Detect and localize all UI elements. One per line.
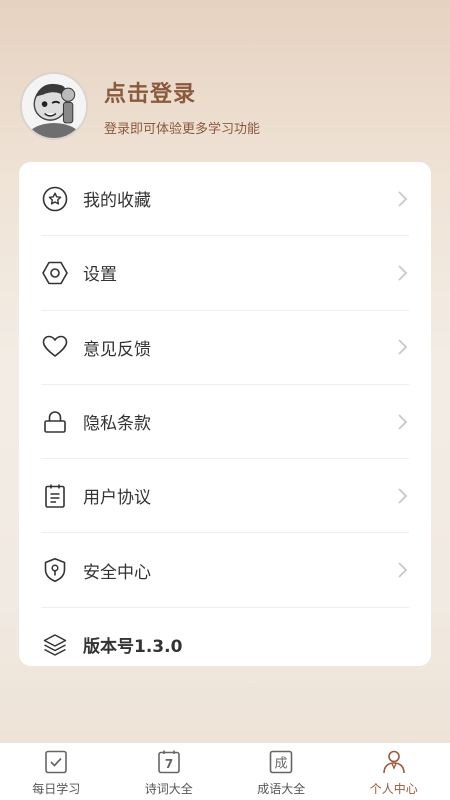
chevron-right-icon [398,339,408,355]
bottom-tab-bar: 每日学习 7 诗词大全 成 成语大全 个人中心 [0,742,450,800]
chevron-right-icon [398,265,408,281]
chevron-right-icon [398,191,408,207]
calendar-seven-icon: 7 [157,750,180,774]
menu-item-user-agreement[interactable]: 用户协议 [41,459,409,534]
menu-item-settings[interactable]: 设置 [41,236,409,311]
heart-icon [41,333,69,361]
menu-item-feedback[interactable]: 意见反馈 [41,311,409,385]
chevron-right-icon [398,488,408,504]
menu-card: 我的收藏 设置 意见反馈 隐私条款 用户协议 安全中心 版本号1.3.0 [19,162,431,666]
login-title[interactable]: 点击登录 [104,76,260,108]
menu-item-label: 隐私条款 [83,414,151,435]
svg-text:7: 7 [165,757,173,771]
avatar-cartoon-icon [22,74,86,138]
tab-label: 个人中心 [369,782,418,796]
idiom-icon: 成 [269,750,293,774]
menu-item-favorites[interactable]: 我的收藏 [41,162,409,237]
menu-item-label: 安全中心 [83,562,151,583]
tab-idioms[interactable]: 成 成语大全 [225,743,338,800]
avatar[interactable] [20,72,88,140]
layers-icon [41,631,69,659]
menu-item-privacy[interactable]: 隐私条款 [41,385,409,460]
menu-item-version: 版本号1.3.0 [41,608,409,682]
tab-personal-center[interactable]: 个人中心 [338,743,450,800]
chevron-right-icon [398,562,408,578]
lock-icon [41,408,69,436]
tab-label: 诗词大全 [144,782,193,796]
profile-header[interactable]: 点击登录 登录即可体验更多学习功能 [20,72,260,140]
tab-label: 每日学习 [32,782,81,796]
star-circle-icon [41,185,69,213]
menu-item-label: 用户协议 [83,488,151,509]
menu-item-label: 设置 [83,265,117,286]
chevron-right-icon [398,413,408,430]
menu-item-label: 我的收藏 [83,191,151,212]
document-icon [41,482,69,510]
tab-daily-study[interactable]: 每日学习 [0,743,113,800]
menu-item-security-center[interactable]: 安全中心 [41,533,409,608]
hexagon-settings-icon [41,259,69,287]
check-calendar-icon [45,750,68,774]
tab-poetry[interactable]: 7 诗词大全 [113,743,226,800]
person-icon [382,750,405,774]
tab-label: 成语大全 [257,782,306,796]
version-label: 版本号1.3.0 [83,637,183,658]
svg-text:成: 成 [275,757,288,772]
login-subtitle: 登录即可体验更多学习功能 [104,121,261,137]
shield-icon [41,556,69,584]
menu-item-label: 意见反馈 [83,339,151,360]
